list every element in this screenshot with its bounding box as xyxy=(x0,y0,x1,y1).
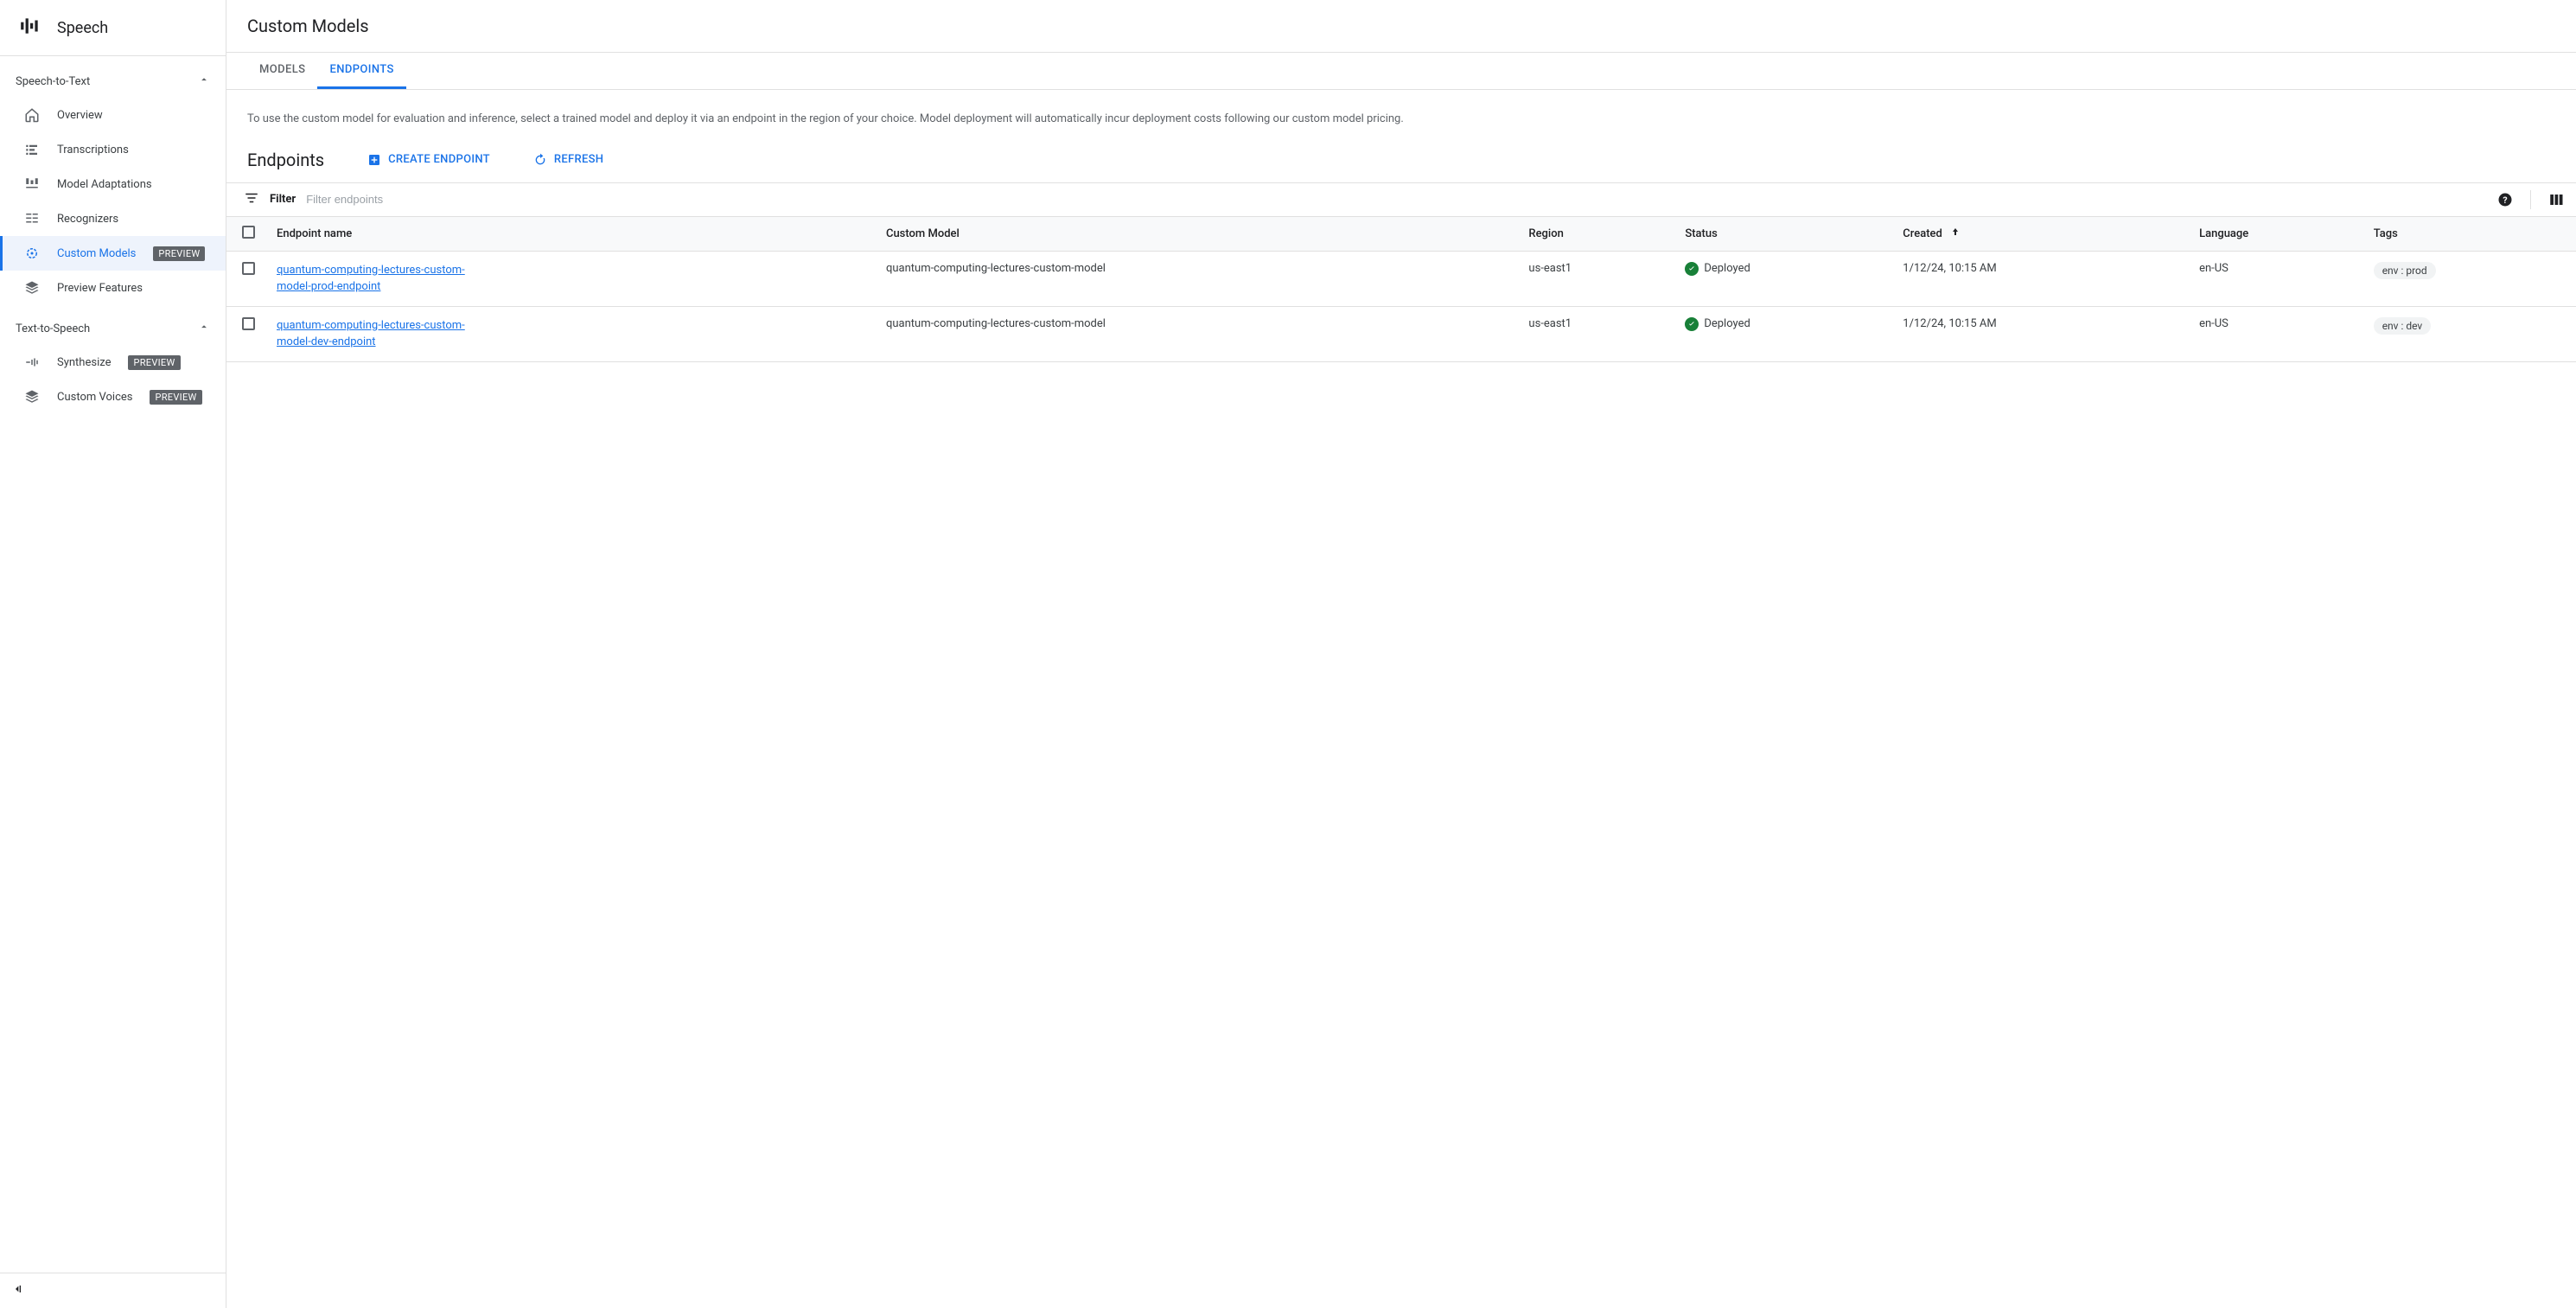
plus-icon xyxy=(367,153,381,167)
row-checkbox[interactable] xyxy=(242,317,255,330)
nav-label: Model Adaptations xyxy=(57,178,152,191)
th-model[interactable]: Custom Model xyxy=(879,217,1521,252)
sidebar: Speech Speech-to-Text Overview Transcrip… xyxy=(0,0,226,1308)
section-header-label: Text-to-Speech xyxy=(16,322,90,335)
sidebar-item-overview[interactable]: Overview xyxy=(0,98,226,132)
th-endpoint[interactable]: Endpoint name xyxy=(270,217,879,252)
create-endpoint-button[interactable]: CREATE ENDPOINT xyxy=(367,153,490,167)
sidebar-item-transcriptions[interactable]: Transcriptions xyxy=(0,132,226,167)
region-cell: us-east1 xyxy=(1521,251,1678,306)
preview-badge: PREVIEW xyxy=(128,355,180,370)
nav-label: Synthesize xyxy=(57,356,111,369)
refresh-button[interactable]: REFRESH xyxy=(533,153,603,167)
custom-models-icon xyxy=(24,246,40,261)
sort-ascending-icon xyxy=(1950,227,1961,240)
recognizers-icon xyxy=(24,211,40,227)
model-cell: quantum-computing-lectures-custom-model xyxy=(879,251,1521,306)
svg-text:?: ? xyxy=(2503,195,2507,206)
th-region[interactable]: Region xyxy=(1521,217,1678,252)
nav-label: Custom Voices xyxy=(57,391,132,404)
chevron-up-icon xyxy=(198,321,210,336)
status-cell: Deployed xyxy=(1685,317,1889,331)
filter-input[interactable] xyxy=(306,193,531,206)
main: Custom Models MODELS ENDPOINTS To use th… xyxy=(226,0,2576,1308)
region-cell: us-east1 xyxy=(1521,306,1678,361)
sidebar-header: Speech xyxy=(0,0,226,56)
table-header-row: Endpoint name Custom Model Region Status… xyxy=(226,217,2576,252)
sidebar-item-model-adaptations[interactable]: Model Adaptations xyxy=(0,167,226,201)
tag-chip: env : prod xyxy=(2374,262,2436,279)
create-endpoint-label: CREATE ENDPOINT xyxy=(388,153,490,166)
content: To use the custom model for evaluation a… xyxy=(226,90,2576,383)
tab-endpoints[interactable]: ENDPOINTS xyxy=(317,53,405,89)
check-circle-icon xyxy=(1685,262,1699,276)
nav-label: Custom Models xyxy=(57,247,136,260)
created-cell: 1/12/24, 10:15 AM xyxy=(1896,306,2192,361)
home-icon xyxy=(24,107,40,123)
select-all-checkbox[interactable] xyxy=(242,226,255,239)
refresh-label: REFRESH xyxy=(554,153,603,166)
th-tags[interactable]: Tags xyxy=(2367,217,2576,252)
section-header-label: Speech-to-Text xyxy=(16,75,90,88)
separator xyxy=(2530,190,2531,209)
collapse-sidebar-button[interactable] xyxy=(10,1282,24,1299)
columns-icon[interactable] xyxy=(2548,192,2564,207)
section-title: Endpoints xyxy=(247,150,324,170)
section-header-stt[interactable]: Speech-to-Text xyxy=(0,65,226,98)
th-status[interactable]: Status xyxy=(1678,217,1896,252)
th-language[interactable]: Language xyxy=(2192,217,2367,252)
description-text: To use the custom model for evaluation a… xyxy=(247,111,2555,129)
sidebar-item-preview-features[interactable]: Preview Features xyxy=(0,271,226,305)
filter-icon xyxy=(244,190,259,209)
nav-label: Transcriptions xyxy=(57,144,129,156)
endpoints-table: Endpoint name Custom Model Region Status… xyxy=(226,217,2576,362)
layers-icon xyxy=(24,280,40,296)
preview-badge: PREVIEW xyxy=(153,246,205,261)
refresh-icon xyxy=(533,153,547,167)
adaptations-icon xyxy=(24,176,40,192)
language-cell: en-US xyxy=(2192,251,2367,306)
check-circle-icon xyxy=(1685,317,1699,331)
sidebar-body: Speech-to-Text Overview Transcriptions xyxy=(0,56,226,1273)
table-row: quantum-computing-lectures-custom-model-… xyxy=(226,251,2576,306)
help-icon[interactable]: ? xyxy=(2497,192,2513,207)
th-created[interactable]: Created xyxy=(1896,217,2192,252)
row-checkbox[interactable] xyxy=(242,262,255,275)
layers-icon xyxy=(24,389,40,405)
sidebar-item-synthesize[interactable]: Synthesize PREVIEW xyxy=(0,345,226,380)
transcriptions-icon xyxy=(24,142,40,157)
sidebar-item-recognizers[interactable]: Recognizers xyxy=(0,201,226,236)
status-text: Deployed xyxy=(1704,262,1750,275)
sidebar-title: Speech xyxy=(57,19,108,37)
status-cell: Deployed xyxy=(1685,262,1889,276)
created-cell: 1/12/24, 10:15 AM xyxy=(1896,251,2192,306)
synthesize-icon xyxy=(24,354,40,370)
main-header: Custom Models xyxy=(226,0,2576,53)
th-created-label: Created xyxy=(1903,227,1942,240)
nav-label: Preview Features xyxy=(57,282,143,295)
table-row: quantum-computing-lectures-custom-model-… xyxy=(226,306,2576,361)
sidebar-footer xyxy=(0,1273,226,1308)
tabbar: MODELS ENDPOINTS xyxy=(226,53,2576,90)
sidebar-item-custom-voices[interactable]: Custom Voices PREVIEW xyxy=(0,380,226,414)
filter-label: Filter xyxy=(270,193,296,206)
section-title-row: Endpoints CREATE ENDPOINT REFRESH xyxy=(247,150,2555,170)
endpoint-link[interactable]: quantum-computing-lectures-custom-model-… xyxy=(277,262,484,296)
tag-chip: env : dev xyxy=(2374,317,2432,335)
speech-icon xyxy=(19,15,41,41)
language-cell: en-US xyxy=(2192,306,2367,361)
status-text: Deployed xyxy=(1704,317,1750,330)
preview-badge: PREVIEW xyxy=(150,390,201,405)
nav-label: Overview xyxy=(57,109,103,122)
filter-bar: Filter ? xyxy=(226,182,2576,217)
chevron-up-icon xyxy=(198,73,210,89)
endpoint-link[interactable]: quantum-computing-lectures-custom-model-… xyxy=(277,317,484,351)
nav-label: Recognizers xyxy=(57,213,118,226)
model-cell: quantum-computing-lectures-custom-model xyxy=(879,306,1521,361)
page-title: Custom Models xyxy=(247,16,2555,36)
tab-models[interactable]: MODELS xyxy=(247,53,317,89)
sidebar-item-custom-models[interactable]: Custom Models PREVIEW xyxy=(0,236,226,271)
section-header-tts[interactable]: Text-to-Speech xyxy=(0,312,226,345)
